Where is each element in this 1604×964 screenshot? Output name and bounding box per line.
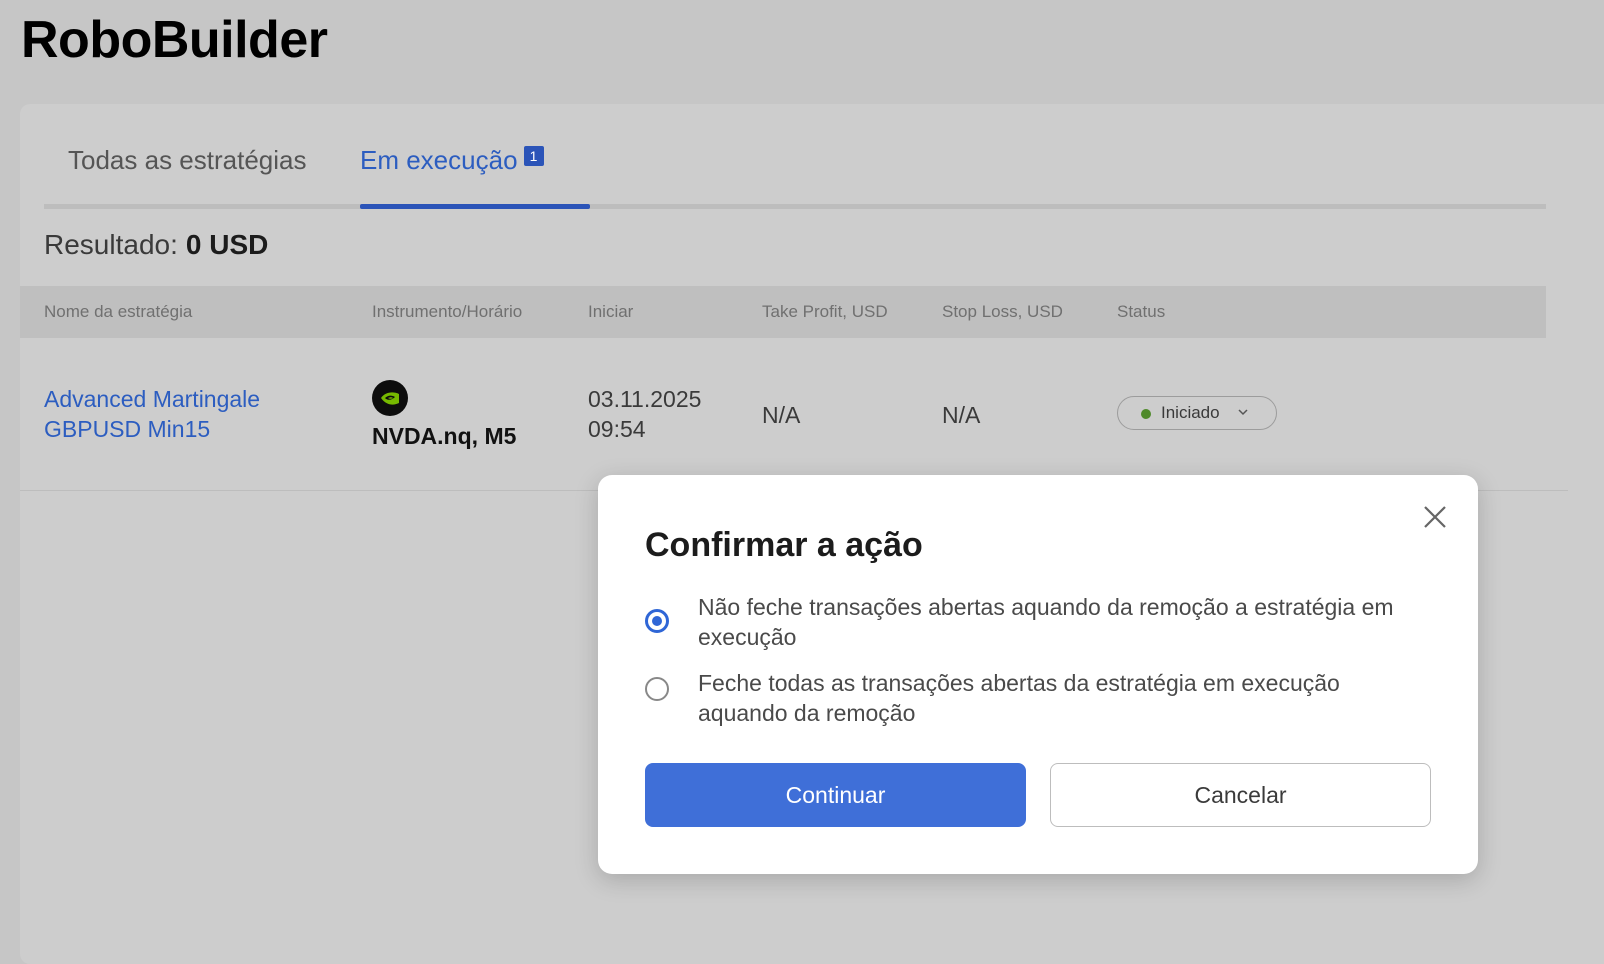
header-status: Status bbox=[1117, 302, 1166, 321]
result-summary: Resultado: 0 USD bbox=[44, 228, 268, 262]
start-datetime: 03.11.2025 09:54 bbox=[588, 384, 701, 444]
status-dropdown[interactable]: Iniciado bbox=[1117, 396, 1277, 430]
radio-keep-open-trades-label: Não feche transações abertas aquando da … bbox=[698, 594, 1394, 650]
radio-close-all-trades-label: Feche todas as transações abertas da est… bbox=[698, 670, 1340, 726]
result-value: 0 USD bbox=[185, 229, 269, 260]
close-icon[interactable] bbox=[1421, 503, 1449, 531]
running-count-badge: 1 bbox=[523, 146, 544, 166]
active-tab-indicator bbox=[360, 204, 590, 209]
instrument-name: NVDA.nq, M5 bbox=[372, 423, 517, 449]
header-stop-loss: Stop Loss, USD bbox=[942, 302, 1063, 321]
status-label: Iniciado bbox=[1161, 403, 1220, 422]
cancel-button[interactable]: Cancelar bbox=[1050, 763, 1431, 827]
radio-unselected-icon[interactable] bbox=[645, 677, 669, 701]
nvidia-logo-icon bbox=[372, 380, 408, 416]
header-strategy-name: Nome da estratégia bbox=[44, 302, 193, 321]
strategy-name-link[interactable]: Advanced Martingale GBPUSD Min15 bbox=[44, 384, 324, 444]
header-start: Iniciar bbox=[588, 302, 634, 321]
strategy-name-line1: Advanced Martingale bbox=[44, 386, 261, 412]
header-instrument: Instrumento/Horário bbox=[372, 302, 523, 321]
continue-button[interactable]: Continuar bbox=[645, 763, 1026, 827]
dialog-title: Confirmar a ação bbox=[645, 526, 923, 564]
table-header: Nome da estratégia Instrumento/Horário I… bbox=[20, 286, 1546, 338]
confirm-dialog: Confirmar a ação Não feche transações ab… bbox=[598, 475, 1478, 874]
stop-loss-value: N/A bbox=[942, 402, 981, 428]
radio-selected-icon[interactable] bbox=[645, 609, 669, 633]
result-label: Resultado: bbox=[44, 229, 178, 260]
chevron-down-icon bbox=[1238, 409, 1248, 416]
start-time: 09:54 bbox=[588, 416, 646, 442]
header-take-profit: Take Profit, USD bbox=[762, 302, 888, 321]
app-title: RoboBuilder bbox=[21, 11, 328, 69]
strategy-name-line2: GBPUSD Min15 bbox=[44, 416, 211, 442]
table-row: Advanced Martingale GBPUSD Min15 NVDA.nq… bbox=[20, 338, 1568, 491]
status-dot-icon bbox=[1141, 409, 1151, 419]
tab-running-label: Em execução bbox=[360, 145, 518, 175]
tab-all-strategies[interactable]: Todas as estratégias bbox=[68, 144, 306, 176]
tab-running[interactable]: Em execução 1 bbox=[360, 144, 544, 176]
take-profit-value: N/A bbox=[762, 402, 801, 428]
tab-bar: Todas as estratégias Em execução 1 bbox=[44, 104, 1546, 209]
start-date: 03.11.2025 bbox=[588, 386, 702, 412]
tab-all-strategies-label: Todas as estratégias bbox=[68, 145, 307, 175]
